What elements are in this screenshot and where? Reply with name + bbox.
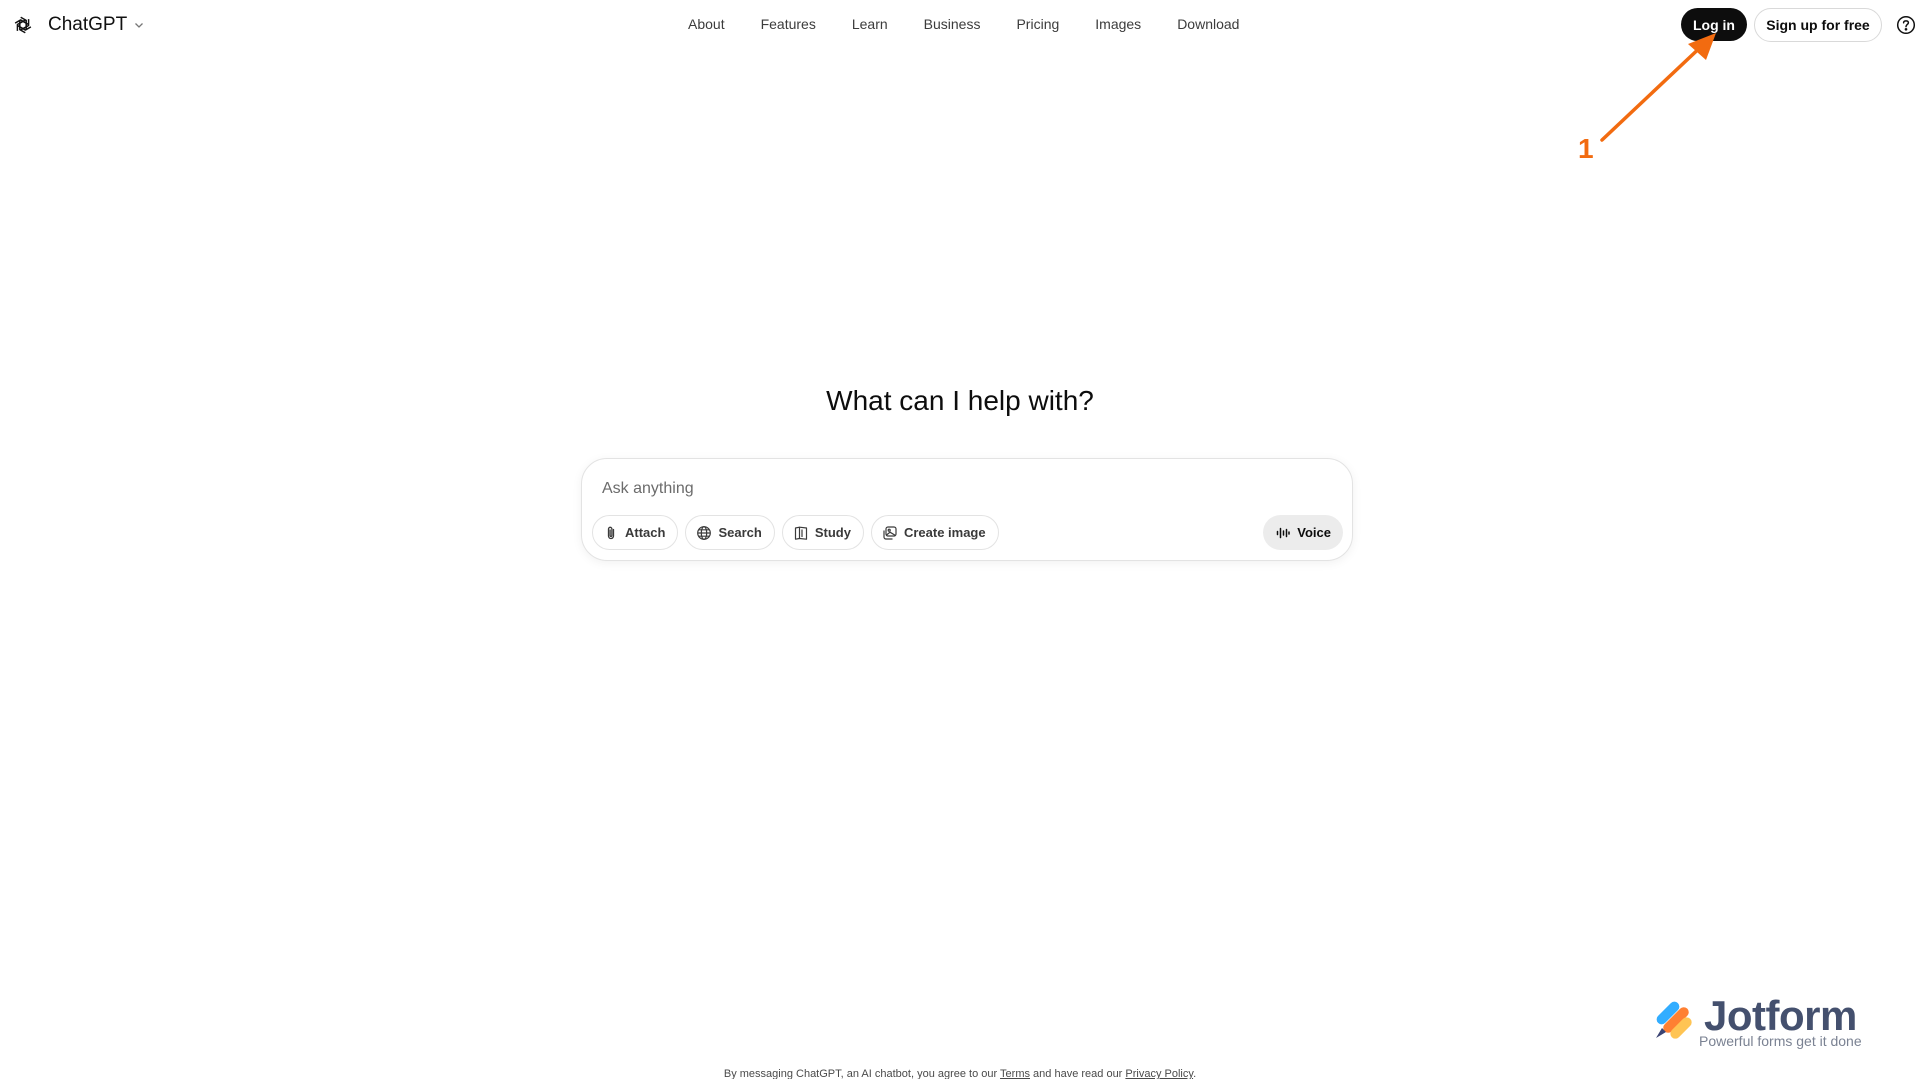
create-image-label: Create image [903,525,986,540]
nav-learn[interactable]: Learn [852,16,888,32]
paperclip-icon [603,525,619,541]
composer-tools: Attach Search Study Create image [592,515,999,550]
annotation-step-number: 1 [1578,133,1594,164]
openai-logo-icon[interactable] [12,14,34,36]
create-image-button[interactable]: Create image [870,515,999,550]
nav-images[interactable]: Images [1095,16,1141,32]
nav-business[interactable]: Business [924,16,981,32]
book-icon [793,525,809,541]
attach-label: Attach [625,525,666,540]
prompt-composer: Attach Search [581,458,1353,561]
voice-label: Voice [1297,525,1331,540]
search-label: Search [718,525,762,540]
login-button[interactable]: Log in [1681,8,1747,41]
page: ChatGPT About Features Learn Business Pr… [0,0,1920,1079]
footer-prefix: By messaging ChatGPT, an AI chatbot, you… [723,1068,1001,1079]
prompt-input[interactable] [602,475,1322,503]
waveform-icon [1275,525,1291,541]
jotform-logo-icon [1652,998,1698,1042]
top-nav: About Features Learn Business Pricing Im… [688,16,1239,32]
globe-icon [696,525,712,541]
brand: ChatGPT [12,11,145,39]
page-title: What can I help with? [826,385,1094,416]
model-selector[interactable]: ChatGPT [48,14,145,36]
footer-middle: and have read our [1030,1068,1126,1079]
brand-name: ChatGPT [48,14,128,35]
jotform-watermark: Jotform Powerful forms get it done [1652,992,1882,1052]
study-button[interactable]: Study [781,515,864,550]
jotform-tagline: Powerful forms get it done [1699,1033,1862,1049]
privacy-policy-link[interactable]: Privacy Policy [1125,1068,1193,1079]
footer-suffix: . [1193,1068,1197,1079]
nav-download[interactable]: Download [1177,16,1239,32]
nav-pricing[interactable]: Pricing [1016,16,1059,32]
image-icon [882,525,898,541]
search-button[interactable]: Search [685,515,775,550]
legal-footer: By messaging ChatGPT, an AI chatbot, you… [0,1068,1920,1079]
signup-button[interactable]: Sign up for free [1754,8,1882,42]
chevron-down-icon [133,19,145,31]
nav-features[interactable]: Features [761,16,816,32]
attach-button[interactable]: Attach [592,515,679,550]
voice-button[interactable]: Voice [1263,515,1343,550]
help-icon[interactable] [1896,15,1916,35]
terms-link[interactable]: Terms [1000,1068,1030,1079]
study-label: Study [814,525,851,540]
nav-about[interactable]: About [688,16,725,32]
